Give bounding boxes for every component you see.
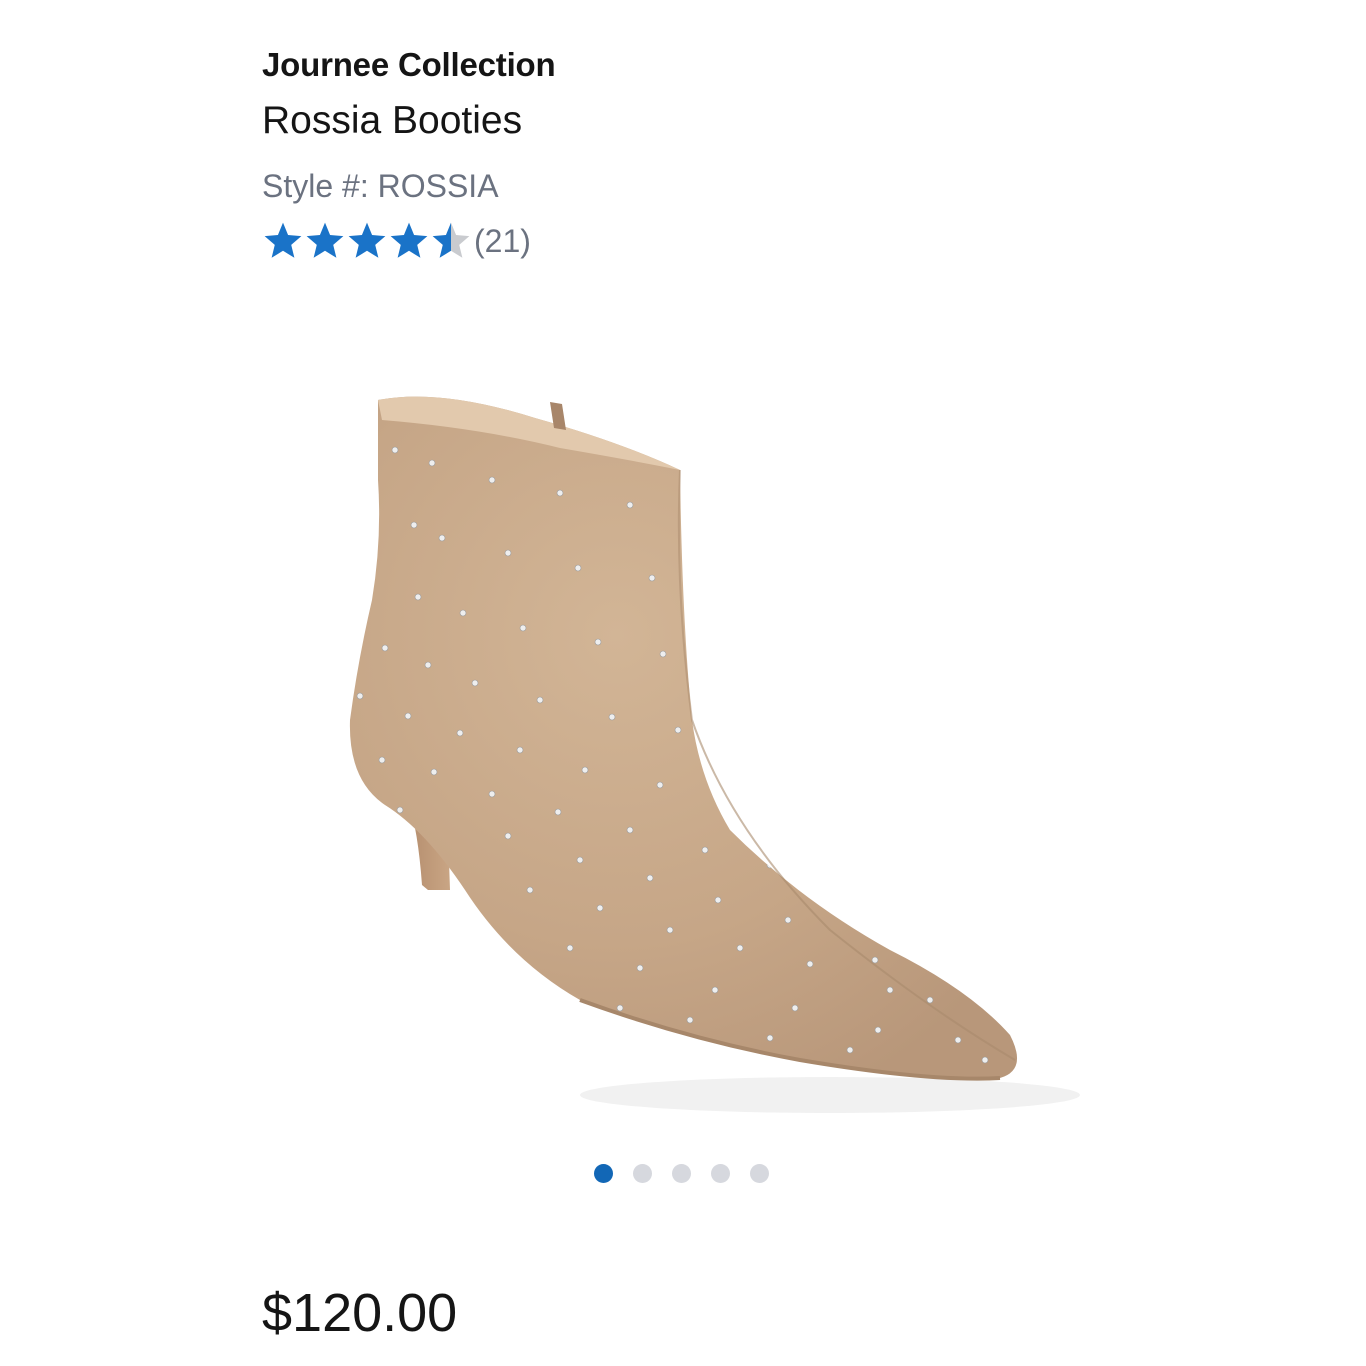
rating-summary[interactable]: (21) [262, 220, 531, 262]
carousel-dot[interactable] [672, 1164, 691, 1183]
price: $120.00 [262, 1283, 458, 1343]
star-rating [262, 220, 472, 262]
carousel-dot[interactable] [594, 1164, 613, 1183]
product-image[interactable] [330, 360, 1090, 1160]
carousel-pagination [594, 1164, 769, 1183]
boot-body [349, 396, 1018, 1079]
star-icon [306, 222, 344, 258]
star-icon [432, 222, 470, 258]
product-title: Rossia Booties [262, 99, 523, 142]
carousel-dot[interactable] [711, 1164, 730, 1183]
carousel-dot[interactable] [750, 1164, 769, 1183]
star-icon [264, 222, 302, 258]
review-count[interactable]: (21) [474, 220, 531, 262]
brand-name[interactable]: Journee Collection [262, 46, 556, 84]
shadow [580, 1077, 1080, 1113]
star-icon [348, 222, 386, 258]
carousel-dot[interactable] [633, 1164, 652, 1183]
style-number: Style #: ROSSIA [262, 168, 499, 204]
star-icon [390, 222, 428, 258]
